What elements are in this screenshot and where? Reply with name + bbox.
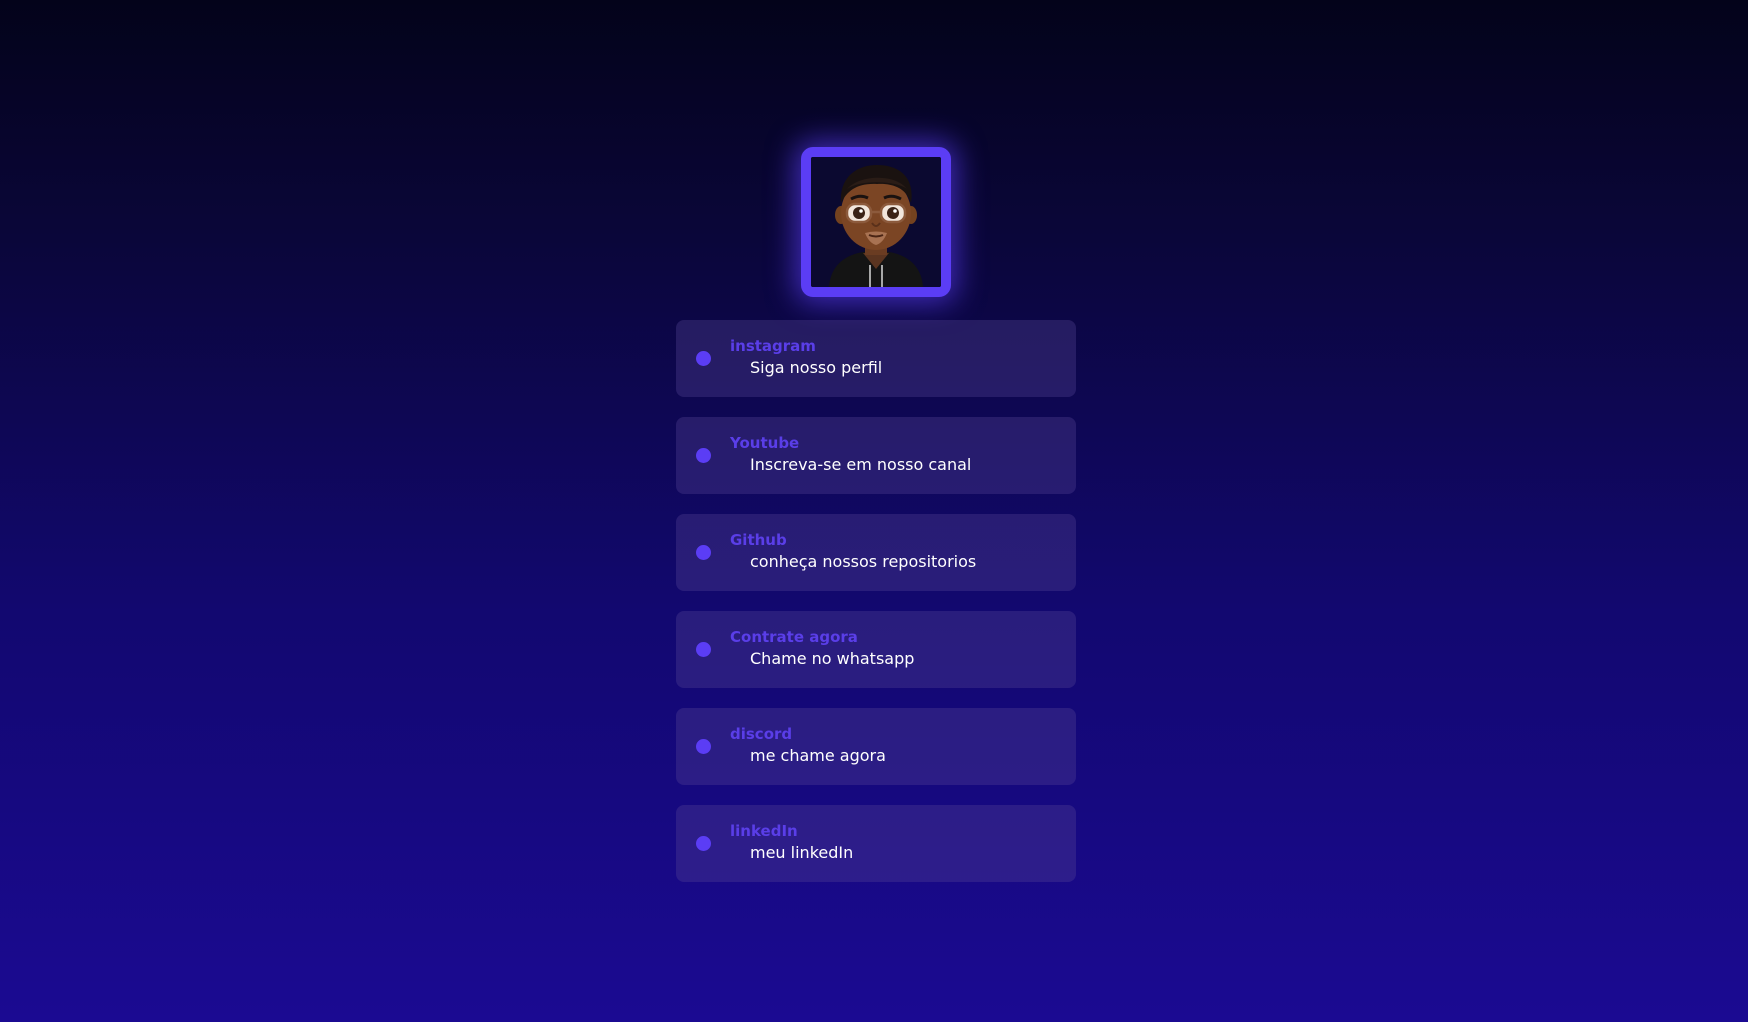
link-title: Youtube xyxy=(730,434,800,452)
linktree-page: instagram Siga nosso perfil Youtube Insc… xyxy=(0,0,1748,1022)
link-title: Github xyxy=(730,531,787,549)
bullet-dot-icon xyxy=(696,642,711,657)
link-linkedin[interactable]: linkedIn meu linkedIn xyxy=(676,805,1076,882)
links-list: instagram Siga nosso perfil Youtube Insc… xyxy=(676,320,1076,902)
bullet-dot-icon xyxy=(696,545,711,560)
memoji-avatar-image xyxy=(811,157,941,287)
profile-avatar xyxy=(801,147,951,297)
link-title: discord xyxy=(730,725,793,743)
link-subtitle: me chame agora xyxy=(750,746,886,765)
link-subtitle: meu linkedIn xyxy=(750,843,854,862)
bullet-dot-icon xyxy=(696,448,711,463)
link-subtitle: Chame no whatsapp xyxy=(750,649,915,668)
bullet-dot-icon xyxy=(696,836,711,851)
bullet-dot-icon xyxy=(696,739,711,754)
link-subtitle: conheça nossos repositorios xyxy=(750,552,977,571)
link-instagram[interactable]: instagram Siga nosso perfil xyxy=(676,320,1076,397)
link-subtitle: Siga nosso perfil xyxy=(750,358,883,377)
link-whatsapp[interactable]: Contrate agora Chame no whatsapp xyxy=(676,611,1076,688)
bullet-dot-icon xyxy=(696,351,711,366)
link-title: Contrate agora xyxy=(730,628,858,646)
link-github[interactable]: Github conheça nossos repositorios xyxy=(676,514,1076,591)
link-youtube[interactable]: Youtube Inscreva-se em nosso canal xyxy=(676,417,1076,494)
link-title: instagram xyxy=(730,337,816,355)
link-title: linkedIn xyxy=(730,822,798,840)
link-discord[interactable]: discord me chame agora xyxy=(676,708,1076,785)
link-subtitle: Inscreva-se em nosso canal xyxy=(750,455,972,474)
